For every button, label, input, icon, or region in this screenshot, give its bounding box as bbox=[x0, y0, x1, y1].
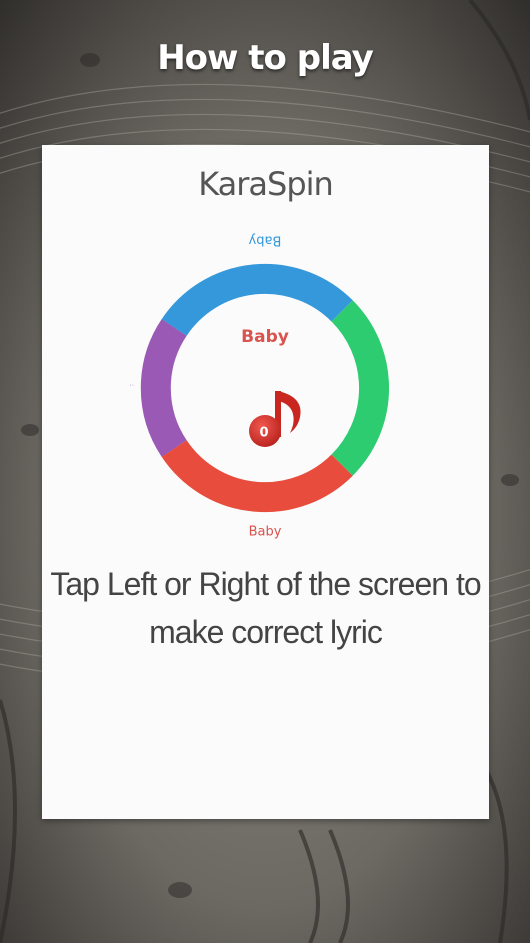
score-value: 0 bbox=[259, 426, 268, 441]
screen[interactable]: How to play KaraSpin Baby : Baby 0 Baby … bbox=[0, 0, 530, 943]
wheel-label-top: Baby bbox=[248, 233, 281, 248]
color-wheel-illustration: Baby : Baby 0 Baby bbox=[128, 233, 390, 540]
wheel-segment-top bbox=[161, 263, 353, 337]
instruction-text: Tap Left or Right of the screen to make … bbox=[50, 566, 481, 650]
how-to-play-card: KaraSpin Baby : Baby 0 Baby Tap Left or … bbox=[42, 145, 489, 819]
header-title: How to play bbox=[157, 38, 374, 78]
wheel-segment-right bbox=[331, 300, 390, 476]
wheel-segment-bottom bbox=[161, 439, 353, 513]
wheel-segment-left bbox=[140, 319, 187, 457]
music-note-icon bbox=[249, 391, 301, 447]
wheel-label-center: Baby bbox=[241, 327, 289, 347]
wheel-label-left: : bbox=[128, 384, 135, 386]
wheel-label-bottom: Baby bbox=[249, 525, 282, 540]
